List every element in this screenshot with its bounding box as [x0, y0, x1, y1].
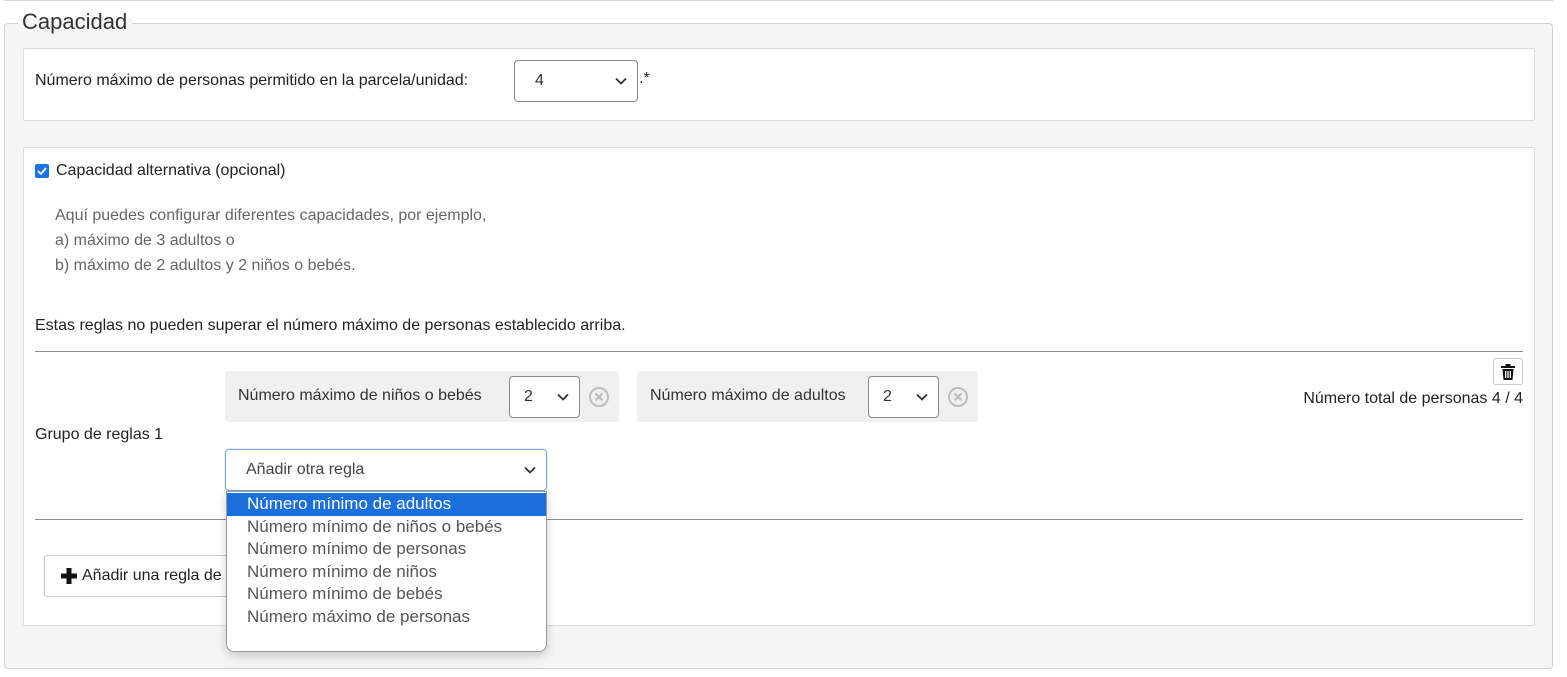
- rule-max-children-select[interactable]: 2: [509, 376, 580, 418]
- chevron-down-icon: [524, 461, 536, 479]
- plus-icon: [61, 568, 77, 584]
- chevron-down-icon: [615, 72, 627, 90]
- clear-circle-icon[interactable]: [588, 386, 610, 413]
- rule-max-adults-select[interactable]: 2: [868, 376, 939, 418]
- add-group-rule-label: Añadir una regla de grupo: [82, 567, 243, 584]
- max-persons-label: Número máximo de personas permitido en l…: [35, 72, 469, 89]
- add-rule-select[interactable]: Añadir otra regla: [225, 449, 547, 491]
- dropdown-option[interactable]: Número mínimo de niños: [227, 561, 546, 584]
- help-text-line: a) máximo de 3 adultos o: [55, 232, 235, 249]
- top-divider: [4, 0, 1553, 1]
- dropdown-option[interactable]: Número mínimo de bebés: [227, 583, 546, 606]
- check-icon: [37, 167, 47, 175]
- help-text-line: b) máximo de 2 adultos y 2 niños o bebés…: [55, 257, 356, 274]
- rule-value: 2: [524, 388, 533, 405]
- alt-capacity-checkbox[interactable]: [35, 164, 49, 178]
- dropdown-option[interactable]: Número mínimo de niños o bebés: [227, 516, 546, 539]
- clear-circle-icon[interactable]: [947, 386, 969, 413]
- chevron-down-icon: [557, 388, 569, 406]
- rule-label: Número máximo de niños o bebés: [238, 387, 482, 404]
- trash-icon: [1501, 363, 1515, 380]
- delete-group-button[interactable]: [1493, 358, 1523, 385]
- rule-label: Número máximo de adultos: [650, 387, 846, 404]
- divider: [35, 351, 1523, 352]
- rule-max-children: Número máximo de niños o bebés 2: [225, 371, 619, 422]
- max-persons-value: 4: [535, 72, 544, 89]
- add-rule-placeholder: Añadir otra regla: [246, 461, 365, 478]
- rule-group-label: Grupo de reglas 1: [35, 426, 164, 443]
- max-persons-select[interactable]: 4: [514, 60, 638, 102]
- rules-note: Estas reglas no pueden superar el número…: [35, 317, 626, 334]
- dropdown-option[interactable]: Número máximo de personas: [227, 606, 546, 629]
- dropdown-option[interactable]: Número mínimo de personas: [227, 538, 546, 561]
- help-text-line: Aquí puedes configurar diferentes capaci…: [55, 207, 487, 224]
- required-suffix: .*: [639, 70, 650, 87]
- section-legend: Capacidad: [22, 9, 128, 34]
- add-group-rule-button[interactable]: Añadir una regla de grupo: [44, 555, 244, 597]
- total-persons: Número total de personas 4 / 4: [1303, 390, 1523, 407]
- rule-max-adults: Número máximo de adultos 2: [637, 371, 978, 422]
- chevron-down-icon: [916, 388, 928, 406]
- add-rule-dropdown-list: Número mínimo de adultos Número mínimo d…: [226, 491, 547, 652]
- rule-value: 2: [883, 388, 892, 405]
- dropdown-option[interactable]: Número mínimo de adultos: [227, 493, 546, 516]
- alt-capacity-label: Capacidad alternativa (opcional): [56, 162, 286, 179]
- alt-capacity-row: Capacidad alternativa (opcional): [35, 162, 285, 180]
